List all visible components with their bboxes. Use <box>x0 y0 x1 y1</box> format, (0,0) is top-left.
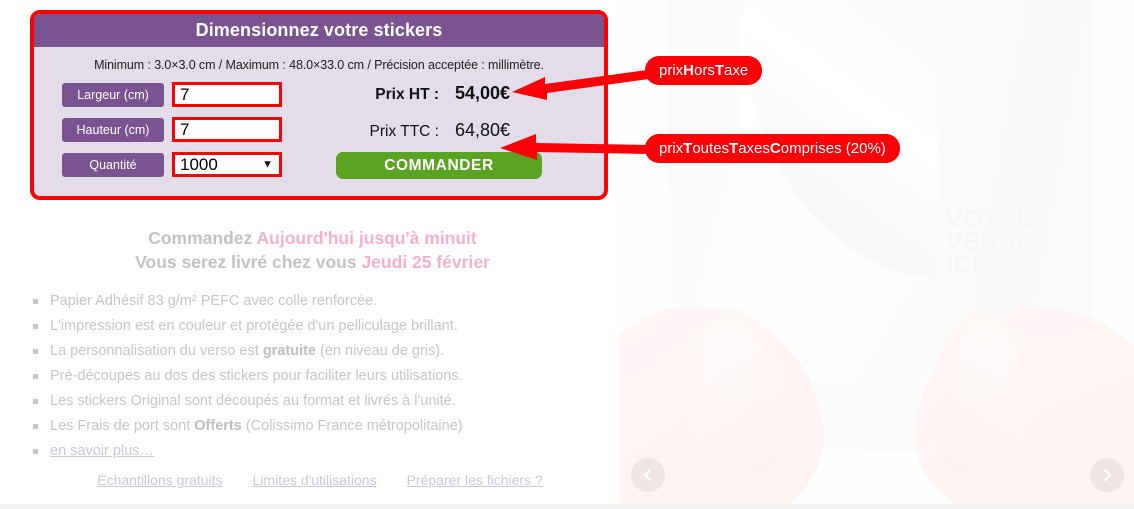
configurator-body: Largeur (cm) Hauteur (cm) Quantité 10025… <box>34 82 604 192</box>
feature-item: Les stickers Original sont découpés au f… <box>28 392 588 411</box>
feature-text: Papier Adhésif 83 g/m² PEFC avec colle r… <box>50 293 378 309</box>
feature-text: Les stickers Original sont découpés au f… <box>50 393 456 409</box>
carousel-prev-button[interactable] <box>631 458 665 492</box>
callout-emphasis: T <box>683 140 693 157</box>
price-ht-value: 54,00€ <box>455 83 511 103</box>
product-page: VOTRE VERSO ICI Dimensionnez votre stick… <box>0 0 1134 509</box>
page-bottom-rule <box>0 504 1134 509</box>
price-ttc-row: Prix TTC : 64,80€ <box>334 120 511 141</box>
feature-item[interactable]: en savoir plus… <box>28 442 588 461</box>
promo-line-1-highlight: Aujourd'hui jusqu'à minuit <box>256 228 477 248</box>
field-row-quantite: Quantité 100250500100020005000 ▼ <box>62 152 282 177</box>
order-button[interactable]: COMMANDER <box>336 152 542 179</box>
quantity-select[interactable]: 100250500100020005000 <box>172 152 282 177</box>
promo-line-2-plain: Vous serez livré chez vous <box>135 252 362 272</box>
feature-item: Pré-découpes au dos des stickers pour fa… <box>28 367 588 386</box>
footer-link[interactable]: Préparer les fichiers ? <box>407 472 543 488</box>
callout-text: prix <box>659 62 684 79</box>
feature-list: Papier Adhésif 83 g/m² PEFC avec colle r… <box>28 292 588 467</box>
callout-prix-ttc: prix Toutes Taxes Comprises (20%) <box>645 134 900 163</box>
callout-emphasis: H <box>683 62 695 79</box>
price-ttc-value: 64,80€ <box>455 120 511 140</box>
feature-text: L'impression est en couleur et protégée … <box>50 318 458 334</box>
field-row-hauteur: Hauteur (cm) <box>62 117 282 142</box>
promo-line-2-highlight: Jeudi 25 février <box>361 252 490 272</box>
carousel-next-button[interactable] <box>1090 458 1124 492</box>
callout-text: axe <box>724 62 749 79</box>
feature-emphasis: gratuite <box>262 343 316 359</box>
feature-more-link[interactable]: en savoir plus… <box>50 443 154 459</box>
promo-line-1-plain: Commandez <box>148 228 257 248</box>
feature-item: Les Frais de port sont Offerts (Colissim… <box>28 417 588 436</box>
height-input[interactable] <box>172 117 282 142</box>
verso-placeholder-text: VOTRE VERSO ICI <box>946 205 1036 279</box>
callout-emphasis: T <box>714 62 725 79</box>
price-ht-label: Prix HT : <box>375 86 439 103</box>
panel-title: Dimensionnez votre stickers <box>34 14 604 47</box>
feature-text: Pré-découpes au dos des stickers pour fa… <box>50 368 463 384</box>
chevron-right-icon <box>1103 468 1112 482</box>
callout-text: outes <box>692 140 730 157</box>
panel-subtitle: Minimum : 3.0×3.0 cm / Maximum : 48.0×33… <box>94 58 544 72</box>
label-hauteur: Hauteur (cm) <box>62 117 164 142</box>
callout-text: prix <box>659 140 684 157</box>
callout-prix-ht: prix Hors Taxe <box>645 56 763 85</box>
feature-text: La personnalisation du verso est <box>50 343 263 359</box>
price-ttc-label: Prix TTC : <box>369 123 439 140</box>
callout-text: omprises (20%) <box>780 140 886 157</box>
feature-item: L'impression est en couleur et protégée … <box>28 317 588 336</box>
footer-link[interactable]: Limites d'utilisations <box>253 472 377 488</box>
label-quantite: Quantité <box>62 152 164 177</box>
callout-emphasis: C <box>769 140 781 157</box>
feature-text: (Colissimo France métropolitaine) <box>241 418 463 434</box>
promo-line-2: Vous serez livré chez vous Jeudi 25 févr… <box>30 250 595 274</box>
promo-line-1: Commandez Aujourd'hui jusqu'à minuit <box>30 226 595 250</box>
callout-emphasis: T <box>729 140 739 157</box>
footer-links: Échantillons gratuits Limites d'utilisati… <box>60 472 580 488</box>
feature-emphasis: Offerts <box>194 418 242 434</box>
price-ht-row: Prix HT : 54,00€ <box>334 83 510 104</box>
feature-item: Papier Adhésif 83 g/m² PEFC avec colle r… <box>28 292 588 311</box>
feature-text: Les Frais de port sont <box>50 418 195 434</box>
field-row-largeur: Largeur (cm) <box>62 82 282 107</box>
width-input[interactable] <box>172 82 282 107</box>
callout-text: ors <box>694 62 715 79</box>
quantity-select-wrapper: 100250500100020005000 ▼ <box>164 152 282 177</box>
sticker-configurator-panel: Dimensionnez votre stickers Minimum : 3.… <box>30 10 608 200</box>
chevron-left-icon <box>643 468 652 482</box>
callout-text: axes <box>738 140 770 157</box>
feature-text: (en niveau de gris). <box>315 343 445 359</box>
feature-item: La personnalisation du verso est gratuit… <box>28 342 588 361</box>
delivery-promo: Commandez Aujourd'hui jusqu'à minuit Vou… <box>30 226 595 274</box>
label-largeur: Largeur (cm) <box>62 82 164 107</box>
footer-link[interactable]: Échantillons gratuits <box>97 472 222 488</box>
